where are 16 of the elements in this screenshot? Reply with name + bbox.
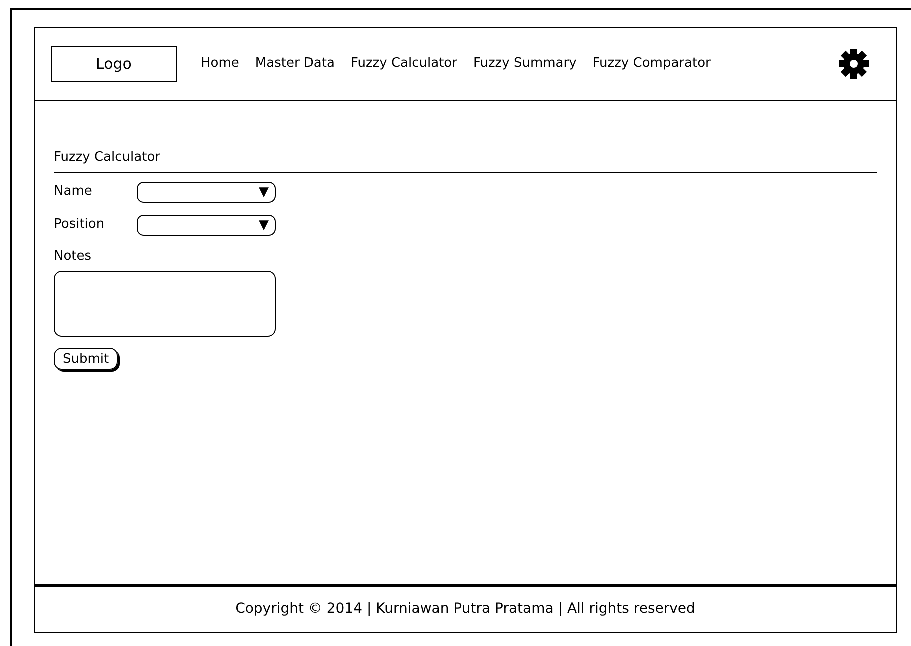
field-label: Name: [54, 183, 94, 202]
nav-link[interactable]: Fuzzy Calculator: [350, 54, 458, 74]
notes-field[interactable]: [54, 271, 276, 337]
dropdown-field[interactable]: ▼: [137, 214, 276, 236]
logo-box: Logo: [51, 46, 177, 82]
nav-link[interactable]: Fuzzy Comparator: [592, 54, 711, 74]
settings-icon[interactable]: [838, 48, 870, 80]
nav-link[interactable]: Home: [201, 54, 240, 74]
field-label: Notes: [54, 248, 93, 266]
submit-button[interactable]: Submit: [54, 348, 118, 370]
copyright-text: Copyright © 2014 | Kurniawan Putra Pratama | All rights reserved: [236, 600, 696, 619]
section-title: Fuzzy Calculator: [54, 149, 162, 167]
dropdown-field[interactable]: ▼: [137, 182, 276, 202]
nav-link[interactable]: Master Data: [255, 54, 335, 74]
nav-link[interactable]: Fuzzy Summary: [473, 54, 577, 74]
field-label: Position: [54, 216, 106, 234]
